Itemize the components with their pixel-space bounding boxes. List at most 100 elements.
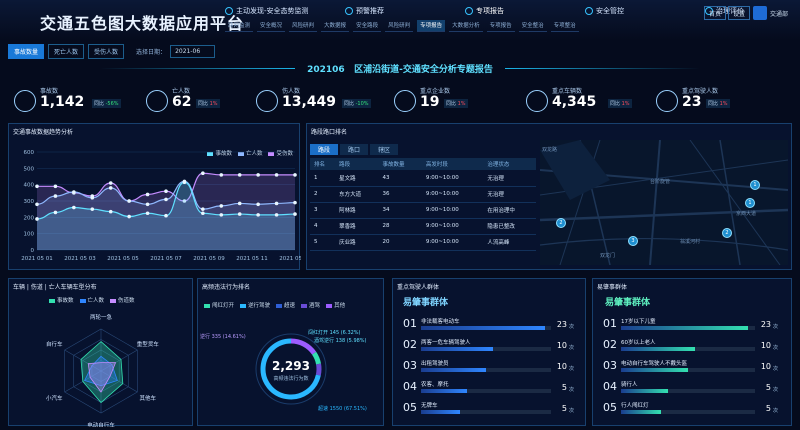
subnav-item[interactable]: 风险研判 [289,20,318,32]
vehicle-radar-chart: 两轮一急重型货车其他车电动自行车 小汽车 自行车 [46,313,159,427]
bell-icon [345,7,353,15]
table-row[interactable]: 5 庆业路 20 9:00~10:00 人流高峰 [310,234,536,251]
table-header: 排名 路段 事故数量 高发时段 治理状态 [310,158,536,170]
donut-total: 2,293 [272,359,310,373]
car-icon [256,90,278,112]
map-label: 台阶旋管 [650,179,671,185]
table-row[interactable]: 4 翠香路 28 9:00~10:00 隐患已整改 [310,218,536,235]
map-label: 双龙路 [542,147,558,153]
data-point [219,204,224,208]
nav-item-warning[interactable]: 预警推荐 [345,4,465,18]
filter-bar: 事故数量 死亡人数 受伤人数 选择日期： 2021-06 [8,44,216,59]
shield-icon [585,7,593,15]
rank-number: 03 [403,359,417,372]
bar-track [621,389,755,393]
road-map[interactable]: 双龙路 台阶旋管 京西大道 翁溪河村 双龙门 2 3 1 2 1 [540,140,788,265]
map-point[interactable]: 2 [556,218,566,228]
kpi-deaths: 亡人数 62 同比 1% [146,86,256,122]
radar-axis-label: 电动自行车 [87,421,115,427]
data-point [256,173,260,177]
subnav-item[interactable]: 专项报告 [417,20,446,32]
subnav-item[interactable]: 安全路段 [353,20,382,32]
date-picker[interactable]: 2021-06 [170,45,216,58]
table-row[interactable]: 1 星文路 43 9:00~10:00 无治理 [310,170,536,187]
tab-injuries[interactable]: 受伤人数 [88,44,125,59]
kpi-trend: 同比 1% [444,99,468,108]
trend-line-chart: 0 100 200 300 400 500 600 2021 05 01 2021 05 03 2… [21,150,301,262]
data-point [274,173,279,177]
data-point [182,180,187,185]
table-row[interactable]: 3 阿林路 34 9:00~10:00 在用治理中 [310,202,536,219]
subnav-item[interactable]: 安全整治 [518,20,547,32]
subnav-item[interactable]: 路网监测 [225,20,254,32]
item-value: 10 [556,341,567,350]
bar-track [421,347,551,351]
settings-button[interactable]: 设置 [728,6,750,20]
map-point[interactable]: 3 [628,236,638,246]
subnav-item[interactable]: 专项整治 [550,20,579,32]
user-name[interactable]: 交通部 [770,9,788,18]
table-row[interactable]: 2 东方大道 36 9:00~10:00 无治理 [310,186,536,203]
subnav-item[interactable]: 大数据分析 [449,20,483,32]
avatar[interactable] [753,6,767,20]
kpi-drivers: 重点驾驶人数 23 同比 1% [656,86,776,122]
home-button[interactable]: 首页 [704,6,726,20]
map-point[interactable]: 1 [745,198,755,208]
nav-item-discover[interactable]: 主动发现-安全态势监测 [225,4,345,18]
kpi-trend: 同比 -56% [92,99,121,108]
bar-track [421,410,551,414]
tab-district[interactable]: 辖区 [370,144,399,155]
bar-track [421,389,551,393]
nav-item-report[interactable]: 专项报告 [465,4,585,18]
bar-fill [421,368,486,372]
data-point [127,199,131,203]
data-point [145,211,150,216]
kpi-value: 62 [172,94,192,110]
list-item: 05 行人闯红灯 5 次 [603,401,783,419]
kpi-trend: 同比 1% [706,99,730,108]
item-value: 23 [556,320,567,329]
map-point[interactable]: 1 [750,180,760,190]
item-name: 两客一危车辆驾驶人 [421,340,471,346]
item-name: 非法载客电动车 [421,319,460,325]
panel-title: 路段路口排名 [311,129,348,136]
x-tick-label: 2021 05 13 [279,256,301,262]
data-point [108,181,113,185]
item-unit: 次 [569,345,575,351]
nav-item-control[interactable]: 安全管控 [585,4,705,18]
item-unit: 次 [569,387,575,393]
tab-road[interactable]: 路段 [310,144,339,155]
x-tick-label: 2021 05 09 [193,256,225,262]
radar-axis-label: 两轮一急 [90,313,113,321]
kpi-value: 13,449 [282,94,337,110]
driver-group-panel: 重点驾驶人群体 易肇事群体 01 非法载客电动车 23 次 02 两客一危车辆驾驶人 10 次… [392,278,586,426]
data-point [219,173,224,177]
item-value: 5 [561,383,567,392]
ranking-table: 排名 路段 事故数量 高发时段 治理状态 1 星文路 43 9:00~10:00 无治理… [310,158,536,251]
item-unit: 次 [569,324,575,330]
pie-callout: 酒驾逆行 138 (5.98%) [314,338,367,344]
subnav-item[interactable]: 专项报告 [486,20,515,32]
y-tick-label: 0 [31,248,35,254]
map-label: 翁溪河村 [680,239,701,245]
bar-fill [621,389,668,393]
tab-junction[interactable]: 路口 [340,144,369,155]
map-point[interactable]: 2 [722,228,732,238]
subnav-item[interactable]: 大数据报 [321,20,350,32]
subnav-item[interactable]: 风险研判 [385,20,414,32]
kpi-row: 事故数 1,142 同比 -56% 亡人数 62 同比 1% 伤人数 13,44… [14,86,794,122]
list-item: 01 非法载客电动车 23 次 [403,317,579,335]
kpi-trend: 同比 1% [608,99,632,108]
tab-deaths[interactable]: 死亡人数 [48,44,85,59]
tab-accidents[interactable]: 事故数量 [8,44,45,59]
vehicle-type-panel: 车辆 | 伤道 | 亡人车辆车型分布 事故数 亡人数 伤道数 两轮一急 重型货车其… [8,278,193,427]
x-tick-label: 2021 05 01 [21,256,53,262]
subnav-item[interactable]: 安全概况 [257,20,286,32]
bar-fill [621,410,661,414]
item-name: 17岁以下儿童 [621,319,656,325]
bar-track [421,326,551,330]
y-tick-label: 500 [24,166,35,172]
data-point [145,202,150,207]
panel-subtitle: 易肇事群体 [403,298,449,308]
rank-number: 02 [403,338,417,351]
